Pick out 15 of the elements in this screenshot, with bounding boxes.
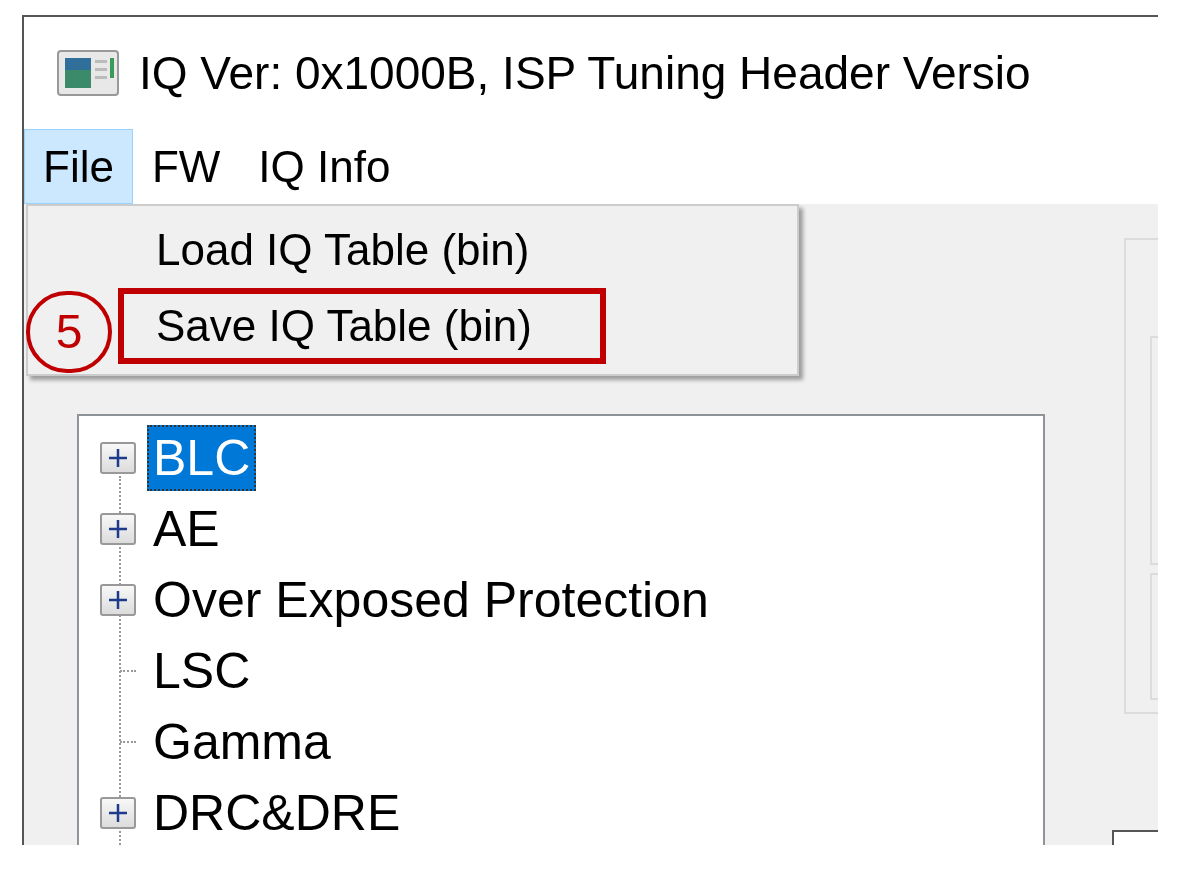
- step-number: 5: [26, 291, 112, 373]
- tree-item[interactable]: Over Exposed Protection: [147, 566, 715, 633]
- menu-item[interactable]: File: [24, 129, 133, 204]
- expand-icon[interactable]: [100, 796, 136, 829]
- tree-item[interactable]: LSC: [147, 637, 257, 704]
- menu-option[interactable]: Save IQ Table (bin): [118, 288, 606, 364]
- tree-item[interactable]: DRC&DRE: [147, 779, 407, 845]
- tree-item[interactable]: AE: [147, 495, 226, 562]
- menu-option[interactable]: Load IQ Table (bin): [118, 212, 606, 288]
- expand-icon[interactable]: [100, 583, 136, 616]
- expand-icon[interactable]: [100, 441, 136, 474]
- expand-icon[interactable]: [100, 512, 136, 545]
- tree-item[interactable]: Gamma: [147, 708, 337, 775]
- app-icon: [57, 50, 119, 96]
- tree-item[interactable]: BLC: [147, 424, 257, 491]
